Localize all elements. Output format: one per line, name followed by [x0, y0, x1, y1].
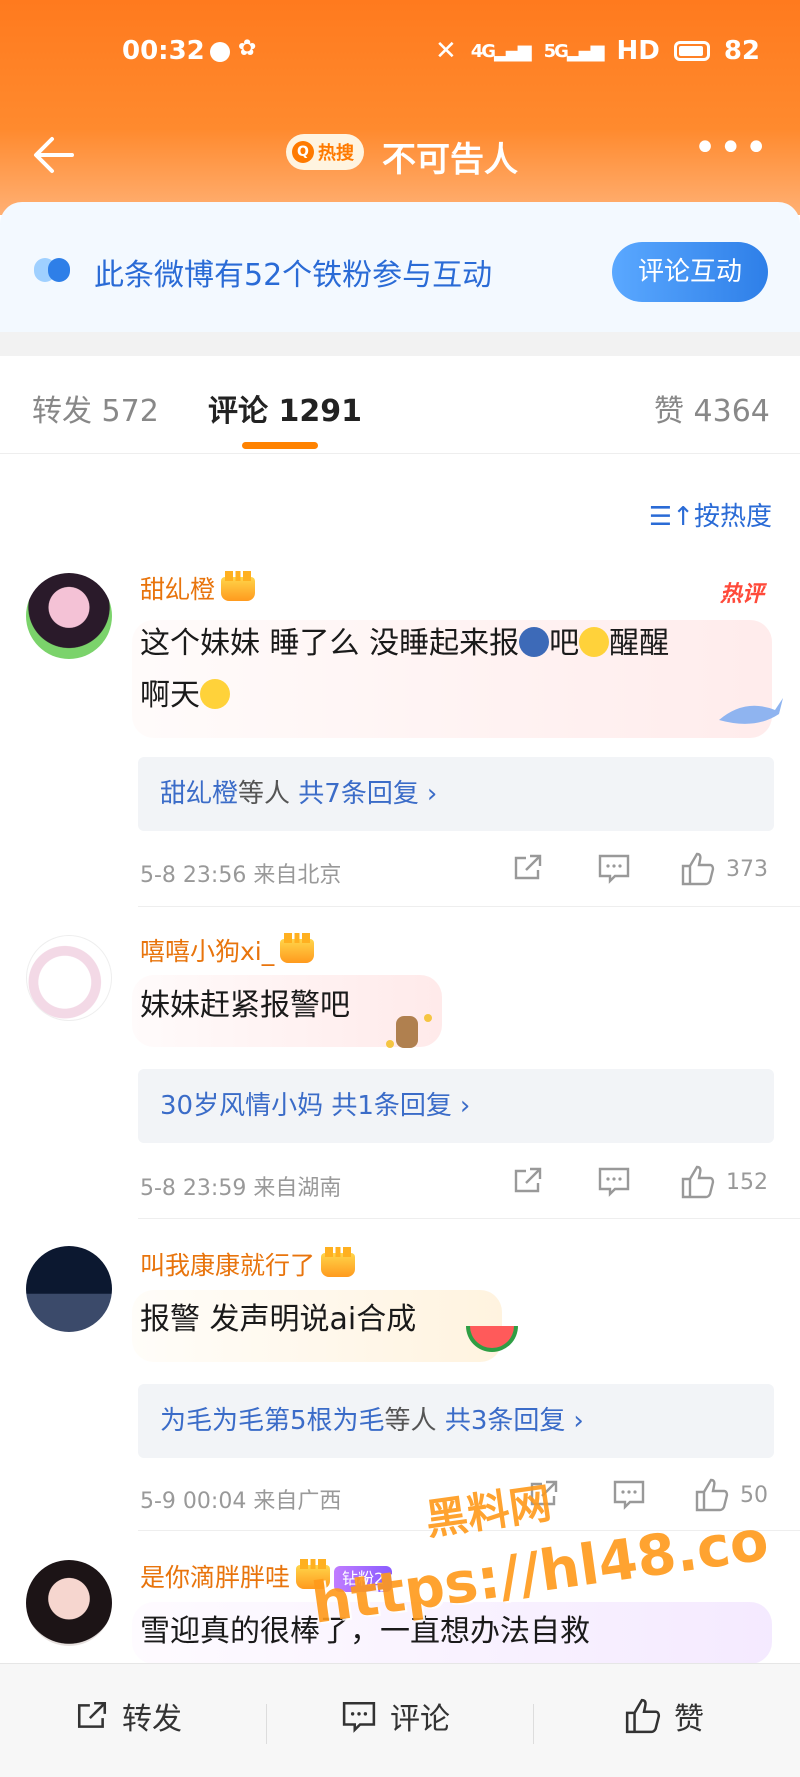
- watermelon-decoration-icon: [466, 1326, 518, 1352]
- mute-icon: ✕: [434, 36, 457, 66]
- active-tab-indicator: [242, 442, 318, 449]
- like-button[interactable]: 赞: [624, 1694, 704, 1738]
- comment-meta: 5-8 23:56 来自北京: [140, 863, 342, 888]
- repost-comment-button[interactable]: [512, 852, 544, 884]
- like-comment-button[interactable]: 50: [694, 1478, 768, 1512]
- confused-emoji-icon: [200, 679, 230, 709]
- comment-meta: 5-9 00:04 来自广西: [140, 1489, 342, 1514]
- comment-icon: [613, 1480, 645, 1510]
- tab-repost[interactable]: 转发 572: [32, 386, 159, 430]
- reply-preview[interactable]: 为毛为毛第5根为毛等人 共3条回复 ›: [138, 1384, 774, 1458]
- section-gap: [0, 332, 800, 356]
- bottom-action-bar: 转发 评论 赞: [0, 1663, 800, 1777]
- police-emoji-icon: [519, 627, 550, 657]
- comment-username[interactable]: 甜乣橙: [140, 570, 256, 606]
- comment-icon: [342, 1701, 376, 1733]
- watermark-title: 黑料网: [422, 1478, 555, 1545]
- tab-bar: 转发 572 评论 1291 赞 4364: [0, 356, 800, 454]
- comment-username[interactable]: 叫我康康就行了: [140, 1246, 356, 1282]
- comment-meta: 5-8 23:59 来自湖南: [140, 1176, 342, 1201]
- reply-comment-button[interactable]: [597, 852, 631, 884]
- status-time: 00:32: [122, 36, 205, 66]
- share-icon: [514, 854, 542, 880]
- sort-icon: ☰↑: [648, 502, 694, 532]
- signal-5g: 5G▂▄▆: [543, 40, 605, 62]
- bottom-divider: [533, 1704, 534, 1744]
- thumbs-up-icon: [625, 1698, 661, 1734]
- comment-interact-button[interactable]: 评论互动: [612, 242, 768, 302]
- status-bar: 00:32 ✿ ✕ 4G▂▄▆ 5G▂▄▆ HD 82: [0, 30, 800, 74]
- crown-badge-icon: [321, 1247, 356, 1277]
- back-arrow-icon[interactable]: [28, 128, 82, 182]
- hd-icon: HD: [616, 36, 660, 66]
- comment-button[interactable]: 评论: [340, 1694, 450, 1738]
- avatar[interactable]: [26, 1560, 112, 1646]
- comment-text: 这个妹妹 睡了么 没睡起来报吧醒醒 啊天: [140, 626, 670, 713]
- whale-decoration-icon: [719, 698, 783, 724]
- crown-badge-icon: [221, 571, 256, 601]
- sort-by-hot-button[interactable]: ☰↑按热度: [649, 496, 772, 533]
- avatar[interactable]: [26, 1246, 112, 1332]
- reply-preview[interactable]: 甜乣橙等人 共7条回复 ›: [138, 757, 774, 831]
- fans-banner-text: 此条微博有52个铁粉参与互动: [94, 258, 493, 293]
- confused-emoji-icon: [579, 627, 610, 657]
- bubble-tea-decoration-icon: [386, 1014, 432, 1048]
- avatar[interactable]: [26, 573, 112, 659]
- share-icon: [77, 1701, 107, 1728]
- reply-comment-button[interactable]: [597, 1165, 631, 1197]
- like-comment-button[interactable]: 152: [680, 1165, 768, 1199]
- tab-comment[interactable]: 评论 1291: [208, 386, 362, 430]
- comment-divider: [138, 1218, 800, 1219]
- tab-like[interactable]: 赞 4364: [654, 386, 770, 430]
- repost-button[interactable]: 转发: [74, 1694, 182, 1738]
- comment-text: 报警 发声明说ai合成: [140, 1302, 417, 1337]
- fans-interaction-banner: 此条微博有52个铁粉参与互动 评论互动: [0, 202, 800, 332]
- comment-text: 妹妹赶紧报警吧: [140, 988, 350, 1023]
- comment-username[interactable]: 嘻嘻小狗xi_: [140, 932, 315, 968]
- crown-badge-icon: [280, 933, 315, 963]
- hot-search-badge[interactable]: Q 热搜: [286, 134, 364, 170]
- thumbs-up-icon: [681, 852, 715, 886]
- reply-comment-button[interactable]: [612, 1478, 646, 1510]
- reply-preview[interactable]: 30岁风情小妈 共1条回复 ›: [138, 1069, 774, 1143]
- share-icon: [514, 1167, 542, 1193]
- battery-level: 82: [723, 36, 760, 66]
- more-options-icon[interactable]: •••: [693, 128, 770, 168]
- thumbs-up-icon: [695, 1478, 729, 1512]
- bottom-divider: [266, 1704, 267, 1744]
- search-icon: Q: [292, 141, 314, 163]
- battery-icon: [673, 41, 710, 61]
- avatar[interactable]: [26, 935, 112, 1021]
- fans-icon: [34, 258, 74, 282]
- like-comment-button[interactable]: 373: [680, 852, 768, 886]
- page-title: 不可告人: [382, 140, 518, 180]
- signal-4g: 4G▂▄▆: [470, 40, 532, 62]
- hot-comment-badge: 热评: [719, 582, 764, 607]
- hot-search-label: 热搜: [318, 143, 354, 164]
- comment-icon: [598, 1167, 630, 1197]
- app-notification-icon: ✿: [238, 36, 257, 61]
- repost-comment-button[interactable]: [512, 1165, 544, 1197]
- status-indicators: ✕ 4G▂▄▆ 5G▂▄▆ HD 82: [435, 36, 760, 66]
- nav-bar: Q 热搜 不可告人 •••: [0, 120, 800, 190]
- thumbs-up-icon: [681, 1165, 715, 1199]
- comment-divider: [138, 906, 800, 907]
- notification-dot-icon: [210, 42, 230, 62]
- comment-icon: [598, 854, 630, 884]
